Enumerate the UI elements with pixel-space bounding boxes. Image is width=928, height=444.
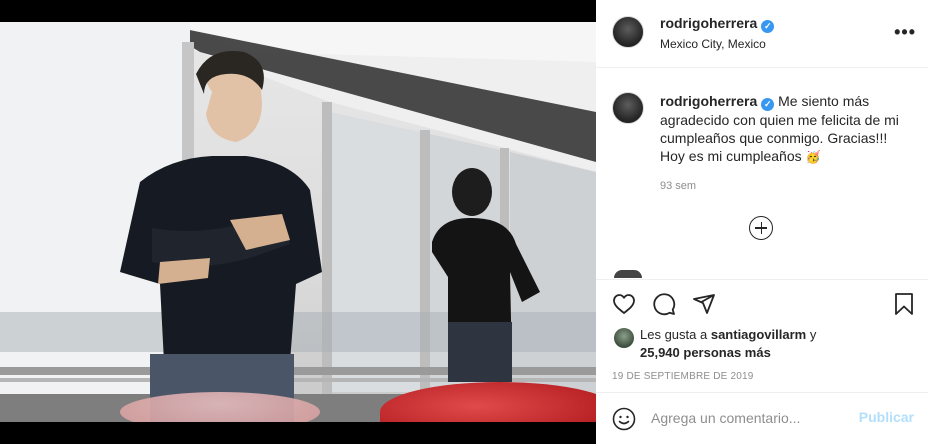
post-actions: Les gusta a santiagovillarm y 25,940 per…	[596, 279, 928, 444]
likes-prefix: Les gusta a	[640, 327, 708, 342]
likes-summary: Les gusta a santiagovillarm y 25,940 per…	[640, 326, 816, 362]
post-info-panel: rodrigoherrera ✓ Mexico City, Mexico ••• …	[596, 0, 928, 444]
comment-icon[interactable]	[652, 292, 676, 316]
verified-badge-icon: ✓	[761, 20, 775, 33]
post-location[interactable]: Mexico City, Mexico	[660, 37, 766, 51]
photo-scene	[0, 22, 596, 422]
author-username[interactable]: rodrigoherrera	[660, 15, 757, 31]
next-comment-avatar	[614, 270, 642, 278]
likes-conjunction: y	[809, 327, 817, 342]
more-options-icon[interactable]: •••	[894, 22, 916, 43]
plus-circle-icon[interactable]	[749, 216, 773, 240]
liker-avatar[interactable]	[614, 328, 634, 348]
author-name-row: rodrigoherrera ✓	[660, 15, 775, 33]
heart-icon[interactable]	[612, 292, 636, 316]
caption-username[interactable]: rodrigoherrera	[660, 93, 757, 109]
liker-username[interactable]: santiagovillarm	[711, 327, 806, 342]
caption-time-ago[interactable]: 93 sem	[660, 180, 696, 192]
post-photo-pane	[0, 0, 596, 444]
verified-badge-icon: ✓	[761, 98, 775, 111]
publish-button[interactable]: Publicar	[859, 409, 914, 425]
caption-author-avatar[interactable]	[612, 92, 644, 124]
share-icon[interactable]	[692, 292, 716, 316]
comment-bar: Publicar	[596, 392, 928, 444]
likes-count[interactable]: 25,940 personas más	[640, 345, 771, 360]
party-emoji-icon: 🥳	[805, 150, 821, 164]
post-date[interactable]: 19 DE SEPTIEMBRE DE 2019	[612, 371, 754, 382]
post-photo[interactable]	[0, 22, 596, 422]
comment-input[interactable]	[651, 407, 851, 429]
post-caption: rodrigoherrera ✓ Me siento más agradecido…	[660, 92, 910, 166]
bookmark-icon[interactable]	[892, 292, 916, 316]
author-avatar[interactable]	[612, 16, 644, 48]
post-header: rodrigoherrera ✓ Mexico City, Mexico •••	[596, 0, 928, 68]
smiley-icon[interactable]	[612, 407, 636, 431]
